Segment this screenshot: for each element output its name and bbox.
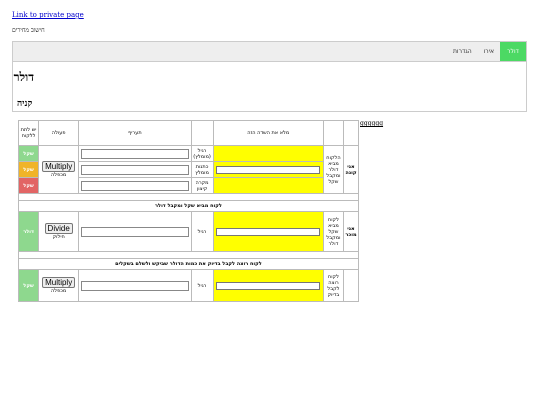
rate-input-recommended[interactable]	[80, 164, 189, 175]
label-3: מקרה קיצון	[190, 177, 214, 194]
currency-cell-2: שקל	[17, 161, 40, 178]
header-blank-client	[322, 120, 344, 146]
multiply-exact-sub: מכפלה	[51, 288, 67, 294]
spacer-2	[18, 251, 359, 259]
client-buy: הלקוח מביא דולר ומקבל שקל	[322, 145, 344, 194]
client-exact: לקוח רוצה לקבל בדיוק	[322, 269, 344, 302]
header-desc: תעריף	[78, 120, 192, 146]
enter-cell-exact	[212, 269, 324, 302]
tab-euro[interactable]: אירו	[478, 42, 500, 61]
header-has: יש לתת ללקוח	[17, 120, 40, 146]
multiply-sub: מכפלה	[51, 172, 67, 178]
currency-cell-1: שקל	[17, 145, 40, 162]
role-buy: אני קונה	[342, 145, 360, 194]
rate-input-extreme[interactable]	[80, 180, 189, 191]
panel-subtitle: קניה	[17, 99, 33, 109]
desc-cell-sell	[78, 211, 192, 252]
rate-input-regular[interactable]	[80, 148, 189, 159]
enter-cell-2	[212, 161, 324, 178]
tab-bar: דולר אירו הגדרות	[12, 41, 527, 62]
desc-cell-3	[78, 177, 192, 194]
tab-dollar[interactable]: דולר	[500, 42, 526, 61]
role-exact	[342, 269, 360, 302]
rate-input-exact[interactable]	[80, 280, 189, 291]
currency-cell-sell: דולר	[17, 211, 40, 252]
action-cell-buy: Multiply מכפלה	[38, 145, 80, 194]
currency-cell-3: שקל	[17, 177, 40, 194]
client-sell: לקוח מביא שקל ומקבל דולר	[322, 211, 344, 252]
label-1: רגיל (מומלץ)	[190, 145, 214, 162]
amount-input-sell[interactable]	[216, 227, 321, 236]
header-action: פעולה	[38, 120, 80, 146]
label-2: כתנות מומלץ	[190, 161, 214, 178]
panel-title: דולר	[13, 70, 34, 84]
desc-cell-exact	[78, 269, 192, 302]
role-sell: אני מוכר	[342, 211, 360, 252]
amount-input-exact[interactable]	[216, 281, 321, 290]
enter-cell-sell	[212, 211, 324, 252]
divide-button[interactable]: Divide	[44, 223, 73, 234]
label-exact: רגיל	[190, 269, 214, 302]
dollar-panel: דולר קניה	[12, 62, 527, 112]
divide-sub: חילוק	[52, 234, 65, 240]
enter-cell-1	[212, 145, 324, 162]
multiply-exact-button[interactable]: Multiply	[42, 277, 76, 288]
currency-cell-exact: שקל	[17, 269, 40, 302]
section-title-sell: לקוח מביא שקל ומקבל דולר	[18, 200, 359, 212]
multiply-button[interactable]: Multiply	[42, 161, 76, 172]
label-sell: רגיל	[190, 211, 214, 252]
amount-input-buy[interactable]	[216, 165, 321, 174]
desc-cell-1	[78, 145, 192, 162]
tab-settings[interactable]: הגדרות	[447, 42, 478, 61]
spacer-1	[18, 193, 359, 201]
section-title-exact: לקוח רוצה לקבל בדיוק את כמות הדולר שביקש…	[18, 258, 359, 270]
action-cell-exact: Multiply מכפלה	[38, 269, 80, 302]
rates-table: מלא את השדה הזה תעריף פעולה יש לתת ללקוח…	[17, 120, 360, 302]
gggggg-link[interactable]: gggggg	[360, 120, 383, 127]
header-blank-label	[190, 120, 214, 146]
private-page-link[interactable]: Link to private page	[12, 11, 84, 19]
header-enter: מלא את השדה הזה	[212, 120, 324, 146]
enter-cell-3	[212, 177, 324, 194]
desc-cell-2	[78, 161, 192, 178]
calc-title: חישוב מחירים	[12, 27, 45, 34]
rate-input-sell[interactable]	[80, 226, 189, 237]
header-blank-role	[342, 120, 360, 146]
action-cell-sell: Divide חילוק	[38, 211, 80, 252]
